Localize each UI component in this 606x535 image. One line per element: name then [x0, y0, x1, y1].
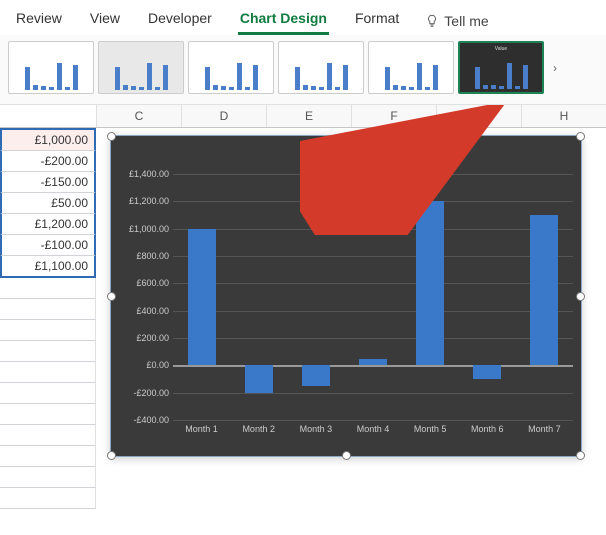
cell[interactable]: -£200.00 [0, 151, 96, 172]
tell-me-search[interactable]: Tell me [425, 13, 488, 29]
y-axis-tick-label: £600.00 [136, 278, 169, 288]
cell[interactable] [0, 278, 96, 299]
cell[interactable]: £1,000.00 [0, 128, 96, 151]
y-axis-tick-label: £400.00 [136, 306, 169, 316]
column-header[interactable]: E [267, 105, 352, 127]
x-axis-tick-label: Month 5 [414, 424, 447, 434]
tab-developer[interactable]: Developer [146, 6, 214, 35]
y-axis-tick-label: -£200.00 [133, 388, 169, 398]
data-column: £1,000.00 -£200.00 -£150.00 £50.00 £1,20… [0, 128, 96, 509]
cell[interactable] [0, 341, 96, 362]
tab-chart-design[interactable]: Chart Design [238, 6, 329, 35]
chart-bar[interactable] [302, 365, 330, 386]
column-header[interactable]: F [352, 105, 437, 127]
x-axis-tick-label: Month 4 [357, 424, 390, 434]
embedded-chart[interactable]: Value -£400.00-£200.00£0.00£200.00£400.0… [110, 135, 582, 457]
x-axis-tick-label: Month 3 [300, 424, 333, 434]
resize-handle[interactable] [107, 132, 116, 141]
cell[interactable]: -£100.00 [0, 235, 96, 256]
y-axis-tick-label: £0.00 [146, 360, 169, 370]
gallery-next-icon[interactable]: › [548, 61, 562, 75]
cell[interactable]: £1,200.00 [0, 214, 96, 235]
y-axis-tick-label: £1,000.00 [129, 224, 169, 234]
chart-style-gallery: Value › [0, 35, 606, 105]
tell-me-label: Tell me [444, 13, 488, 29]
x-axis-tick-label: Month 1 [185, 424, 218, 434]
chart-bar[interactable] [530, 215, 558, 365]
cell[interactable] [0, 299, 96, 320]
cell[interactable] [0, 320, 96, 341]
y-axis-tick-label: £1,400.00 [129, 169, 169, 179]
resize-handle[interactable] [576, 451, 585, 460]
x-axis-tick-label: Month 2 [242, 424, 275, 434]
cell[interactable] [0, 404, 96, 425]
y-axis-tick-label: £1,200.00 [129, 196, 169, 206]
resize-handle[interactable] [576, 292, 585, 301]
resize-handle[interactable] [342, 132, 351, 141]
chart-style-1[interactable] [8, 41, 94, 94]
cell[interactable] [0, 425, 96, 446]
y-axis-tick-label: £200.00 [136, 333, 169, 343]
chart-bar[interactable] [188, 229, 216, 366]
cell[interactable] [0, 383, 96, 404]
chart-style-3[interactable] [188, 41, 274, 94]
chart-bar[interactable] [473, 365, 501, 379]
column-header[interactable]: D [182, 105, 267, 127]
chart-style-5[interactable] [368, 41, 454, 94]
tab-format[interactable]: Format [353, 6, 401, 35]
lightbulb-icon [425, 14, 439, 28]
chart-style-6[interactable]: Value [458, 41, 544, 94]
ribbon-tabs: Review View Developer Chart Design Forma… [0, 0, 606, 35]
cell[interactable] [0, 488, 96, 509]
column-header[interactable]: H [522, 105, 606, 127]
cell[interactable] [0, 446, 96, 467]
y-axis-tick-label: -£400.00 [133, 415, 169, 425]
worksheet-area: C D E F G H £1,000.00 -£200.00 -£150.00 … [0, 105, 606, 535]
cell[interactable]: -£150.00 [0, 172, 96, 193]
cell[interactable]: £1,100.00 [0, 256, 96, 278]
chart-bar[interactable] [245, 365, 273, 392]
x-axis-tick-label: Month 7 [528, 424, 561, 434]
tab-review[interactable]: Review [14, 6, 64, 35]
resize-handle[interactable] [342, 451, 351, 460]
chart-plot-area: -£400.00-£200.00£0.00£200.00£400.00£600.… [173, 174, 573, 420]
x-axis-tick-label: Month 6 [471, 424, 504, 434]
chart-bar[interactable] [416, 201, 444, 365]
cell[interactable] [0, 467, 96, 488]
tab-view[interactable]: View [88, 6, 122, 35]
column-header[interactable]: C [97, 105, 182, 127]
cell[interactable]: £50.00 [0, 193, 96, 214]
chart-style-4[interactable] [278, 41, 364, 94]
column-headers: C D E F G H [0, 105, 606, 128]
resize-handle[interactable] [576, 132, 585, 141]
resize-handle[interactable] [107, 292, 116, 301]
chart-bar[interactable] [359, 359, 387, 366]
chart-style-2[interactable] [98, 41, 184, 94]
chart-title[interactable]: Value [111, 136, 581, 170]
y-axis-tick-label: £800.00 [136, 251, 169, 261]
cell[interactable] [0, 362, 96, 383]
resize-handle[interactable] [107, 451, 116, 460]
column-header[interactable]: G [437, 105, 522, 127]
